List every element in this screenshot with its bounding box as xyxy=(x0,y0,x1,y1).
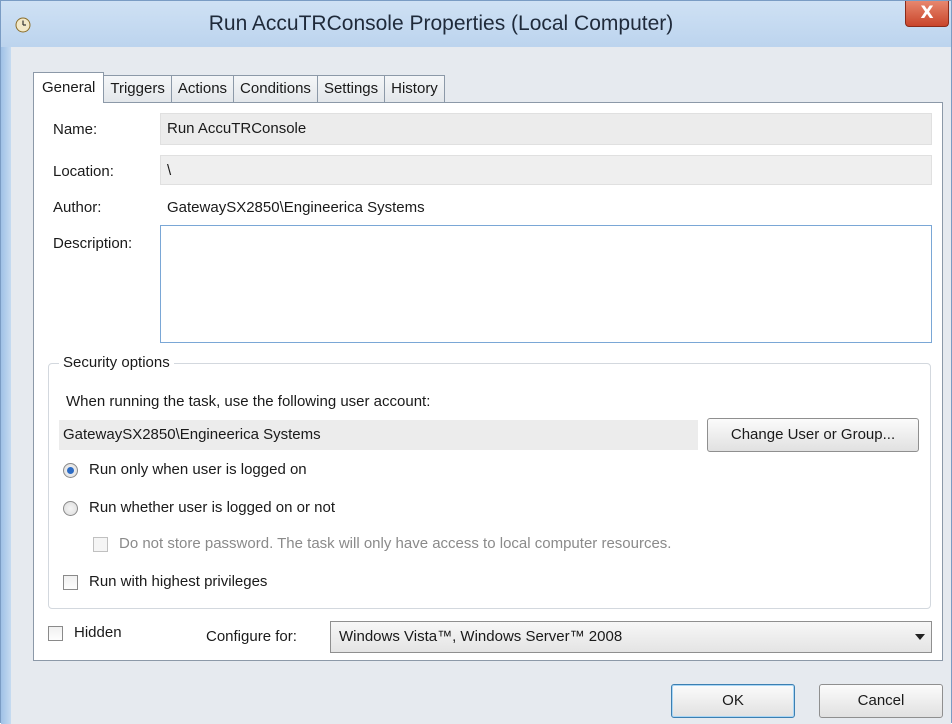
location-label: Location: xyxy=(53,163,114,180)
close-button[interactable]: X xyxy=(905,1,949,27)
tab-history[interactable]: History xyxy=(384,75,445,103)
description-label: Description: xyxy=(53,235,133,252)
window-title: Run AccuTRConsole Properties (Local Comp… xyxy=(208,12,674,35)
name-field[interactable]: Run AccuTRConsole xyxy=(160,113,932,145)
highest-privileges-label[interactable]: Run with highest privileges xyxy=(89,573,267,590)
title-bar[interactable]: Run AccuTRConsole Properties (Local Comp… xyxy=(1,1,951,47)
tab-general[interactable]: General xyxy=(33,72,105,103)
tab-actions[interactable]: Actions xyxy=(170,75,235,103)
description-textarea[interactable] xyxy=(160,225,932,343)
dropdown-arrow-icon xyxy=(915,634,925,640)
properties-dialog: Run AccuTRConsole Properties (Local Comp… xyxy=(0,0,952,724)
close-icon: X xyxy=(920,3,934,23)
configure-for-label: Configure for: xyxy=(206,628,297,645)
tab-strip: General Triggers Actions Conditions Sett… xyxy=(33,72,445,103)
run-whether-logged-on-radio[interactable] xyxy=(63,501,78,516)
run-only-logged-on-label[interactable]: Run only when user is logged on xyxy=(89,461,307,478)
author-label: Author: xyxy=(53,199,102,216)
account-prompt: When running the task, use the following… xyxy=(66,393,431,410)
configure-for-dropdown[interactable]: Windows Vista™, Windows Server™ 2008 xyxy=(330,621,932,653)
do-not-store-password-checkbox[interactable] xyxy=(93,537,108,552)
author-value: GatewaySX2850\Engineerica Systems xyxy=(167,199,425,216)
ok-button[interactable]: OK xyxy=(671,684,795,718)
hidden-checkbox[interactable] xyxy=(48,626,63,641)
window-frame-edge xyxy=(1,47,11,724)
change-user-or-group-button[interactable]: Change User or Group... xyxy=(707,418,919,452)
hidden-label[interactable]: Hidden xyxy=(74,624,122,641)
location-field: \ xyxy=(160,155,932,185)
tab-triggers[interactable]: Triggers xyxy=(103,75,172,103)
run-whether-logged-on-label[interactable]: Run whether user is logged on or not xyxy=(89,499,335,516)
name-label: Name: xyxy=(53,121,98,138)
do-not-store-password-label: Do not store password. The task will onl… xyxy=(119,535,672,552)
configure-for-value: Windows Vista™, Windows Server™ 2008 xyxy=(339,628,623,645)
highest-privileges-checkbox[interactable] xyxy=(63,575,78,590)
security-options-title: Security options xyxy=(59,354,174,371)
user-account-field: GatewaySX2850\Engineerica Systems xyxy=(59,420,698,450)
run-only-logged-on-radio[interactable] xyxy=(63,463,78,478)
tab-conditions[interactable]: Conditions xyxy=(233,75,318,103)
cancel-button[interactable]: Cancel xyxy=(819,684,943,718)
tab-settings[interactable]: Settings xyxy=(316,75,386,103)
